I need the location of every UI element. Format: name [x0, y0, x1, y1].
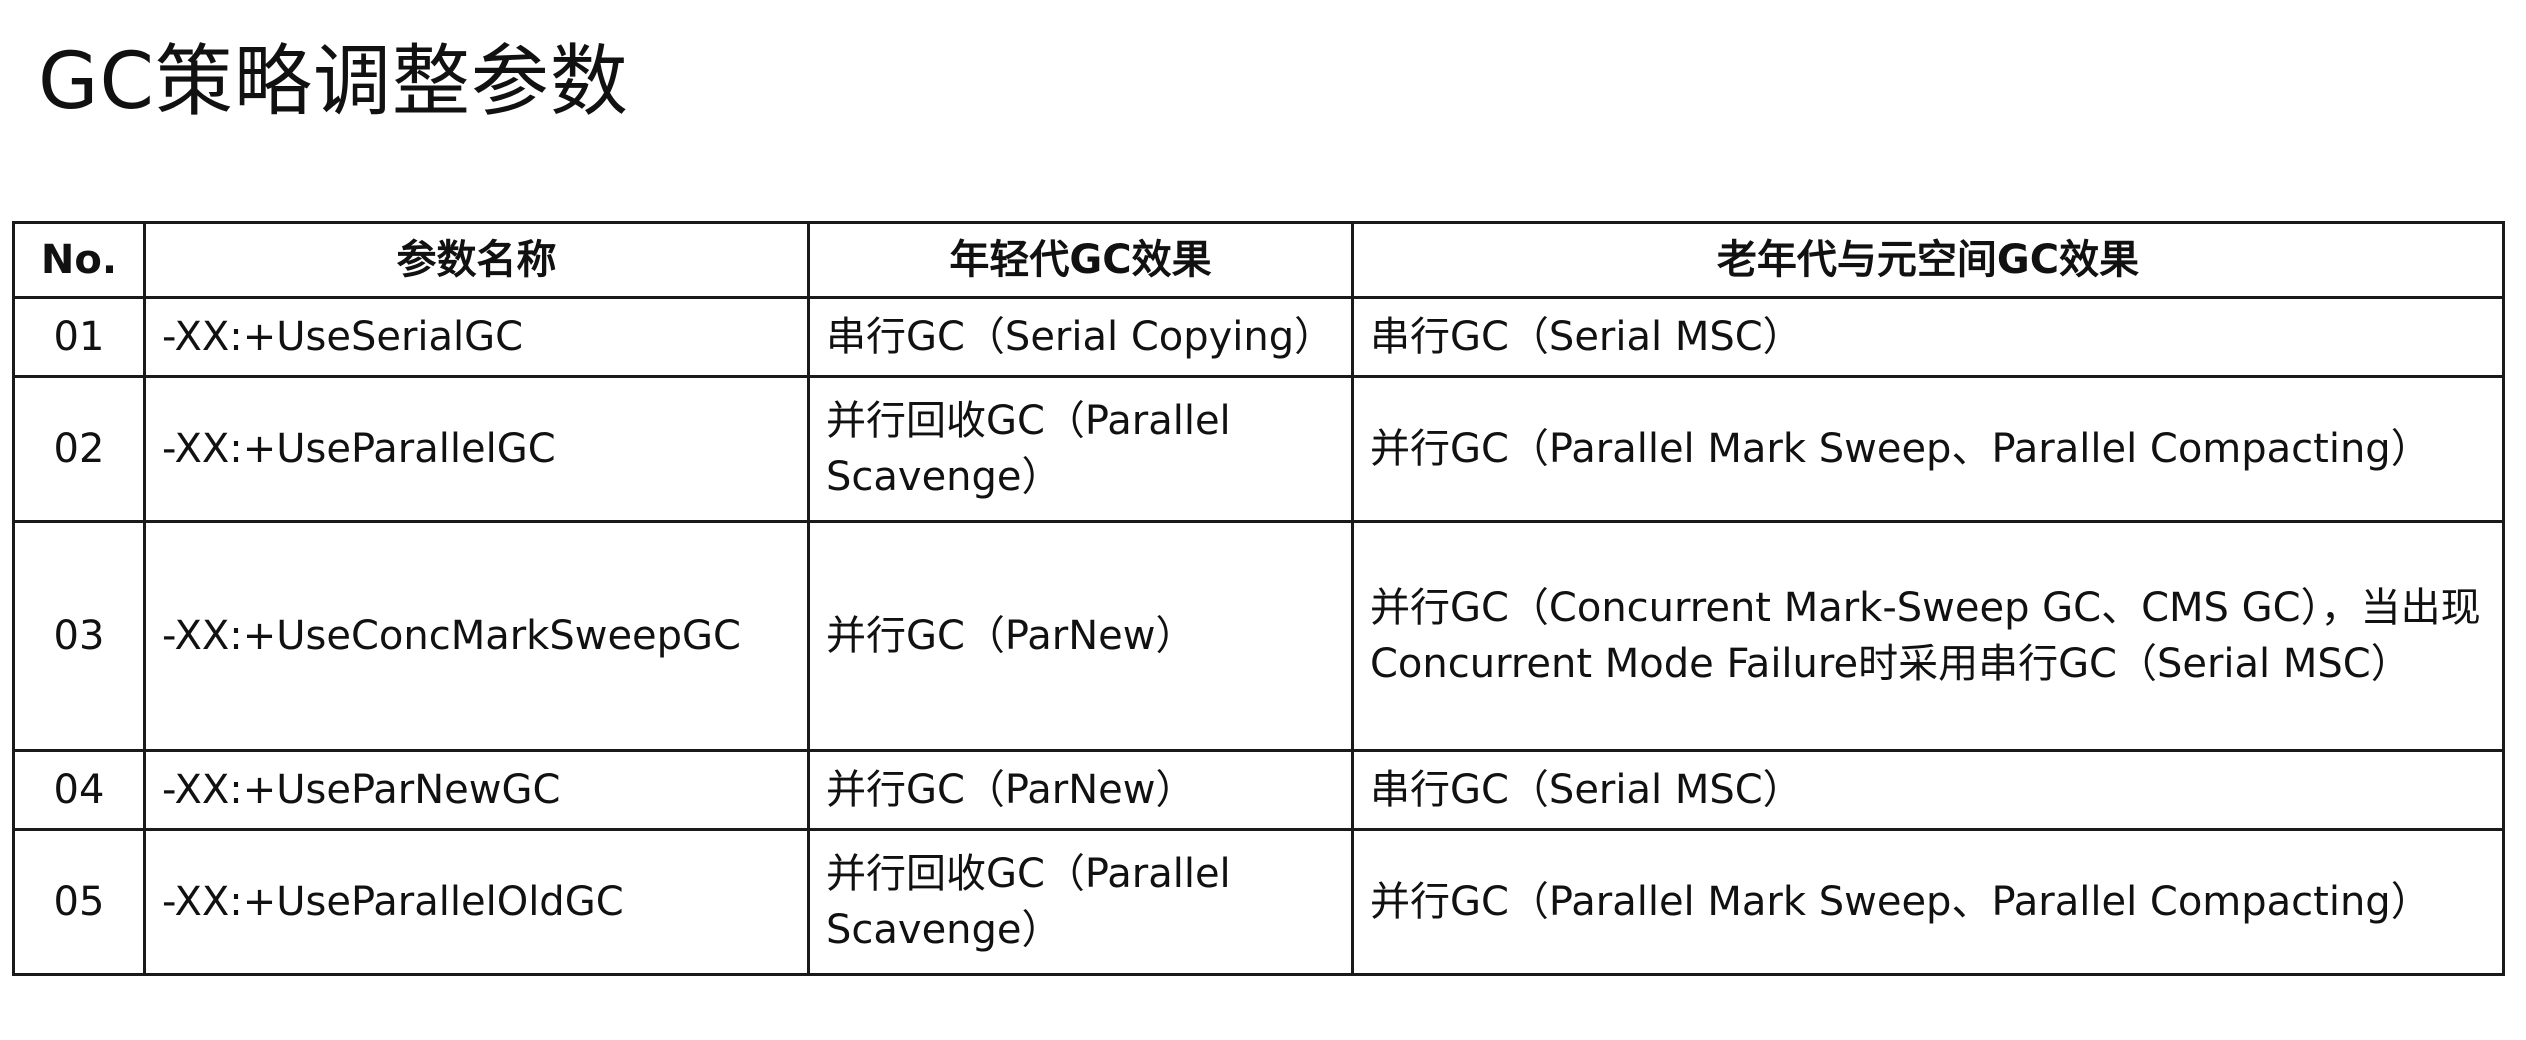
param-name-cell: -XX:+UseConcMarkSweepGC: [143, 520, 810, 752]
table-row: 04 -XX:+UseParNewGC 并行GC（ParNew） 串行GC（Se…: [12, 749, 2505, 831]
header-old-gen-effect: 老年代与元空间GC效果: [1351, 221, 2505, 299]
young-gen-effect: 串行GC（Serial Copying）: [826, 314, 1335, 360]
old-gen-cell: 串行GC（Serial MSC）: [1351, 749, 2505, 831]
gc-params-table: No. 参数名称 年轻代GC效果 老年代与元空间GC效果 01 -XX:+Use…: [12, 221, 2505, 976]
old-gen-effect: 串行GC（Serial MSC）: [1370, 767, 1803, 813]
param-name-cell: -XX:+UseParallelOldGC: [143, 828, 810, 976]
young-gen-cell: 并行回收GC（Parallel Scavenge）: [807, 375, 1354, 523]
young-gen-effect: 并行回收GC（Parallel Scavenge）: [826, 851, 1231, 953]
row-no: 04: [12, 749, 146, 831]
table-row: 05 -XX:+UseParallelOldGC 并行回收GC（Parallel…: [12, 828, 2505, 976]
young-gen-cell: 并行回收GC（Parallel Scavenge）: [807, 828, 1354, 976]
table-row: 03 -XX:+UseConcMarkSweepGC 并行GC（ParNew） …: [12, 520, 2505, 752]
table-row: 01 -XX:+UseSerialGC 串行GC（Serial Copying）…: [12, 296, 2505, 378]
young-gen-effect: 并行回收GC（Parallel Scavenge）: [826, 398, 1231, 500]
param-name-cell: -XX:+UseParallelGC: [143, 375, 810, 523]
row-no: 01: [12, 296, 146, 378]
table-header-row: No. 参数名称 年轻代GC效果 老年代与元空间GC效果: [12, 221, 2505, 299]
header-young-gen-effect: 年轻代GC效果: [807, 221, 1354, 299]
row-no: 05: [12, 828, 146, 976]
old-gen-cell: 串行GC（Serial MSC）: [1351, 296, 2505, 378]
param-name: -XX:+UseSerialGC: [162, 314, 524, 360]
old-gen-cell: 并行GC（Parallel Mark Sweep、Parallel Compac…: [1351, 828, 2505, 976]
old-gen-effect: 串行GC（Serial MSC）: [1370, 314, 1803, 360]
young-gen-cell: 并行GC（ParNew）: [807, 749, 1354, 831]
old-gen-effect: 并行GC（Concurrent Mark-Sweep GC、CMS GC），当出…: [1370, 585, 2481, 687]
page-title: GC策略调整参数: [38, 37, 629, 127]
young-gen-cell: 串行GC（Serial Copying）: [807, 296, 1354, 378]
param-name: -XX:+UseConcMarkSweepGC: [162, 613, 741, 659]
row-no: 02: [12, 375, 146, 523]
param-name: -XX:+UseParNewGC: [162, 767, 561, 813]
row-no: 03: [12, 520, 146, 752]
old-gen-cell: 并行GC（Parallel Mark Sweep、Parallel Compac…: [1351, 375, 2505, 523]
young-gen-cell: 并行GC（ParNew）: [807, 520, 1354, 752]
old-gen-cell: 并行GC（Concurrent Mark-Sweep GC、CMS GC），当出…: [1351, 520, 2505, 752]
param-name: -XX:+UseParallelGC: [162, 426, 556, 472]
param-name-cell: -XX:+UseSerialGC: [143, 296, 810, 378]
young-gen-effect: 并行GC（ParNew）: [826, 613, 1196, 659]
param-name-cell: -XX:+UseParNewGC: [143, 749, 810, 831]
param-name: -XX:+UseParallelOldGC: [162, 879, 624, 925]
old-gen-effect: 并行GC（Parallel Mark Sweep、Parallel Compac…: [1370, 879, 2431, 925]
old-gen-effect: 并行GC（Parallel Mark Sweep、Parallel Compac…: [1370, 426, 2431, 472]
header-param-name: 参数名称: [143, 221, 810, 299]
header-no: No.: [12, 221, 146, 299]
young-gen-effect: 并行GC（ParNew）: [826, 767, 1196, 813]
table-row: 02 -XX:+UseParallelGC 并行回收GC（Parallel Sc…: [12, 375, 2505, 523]
